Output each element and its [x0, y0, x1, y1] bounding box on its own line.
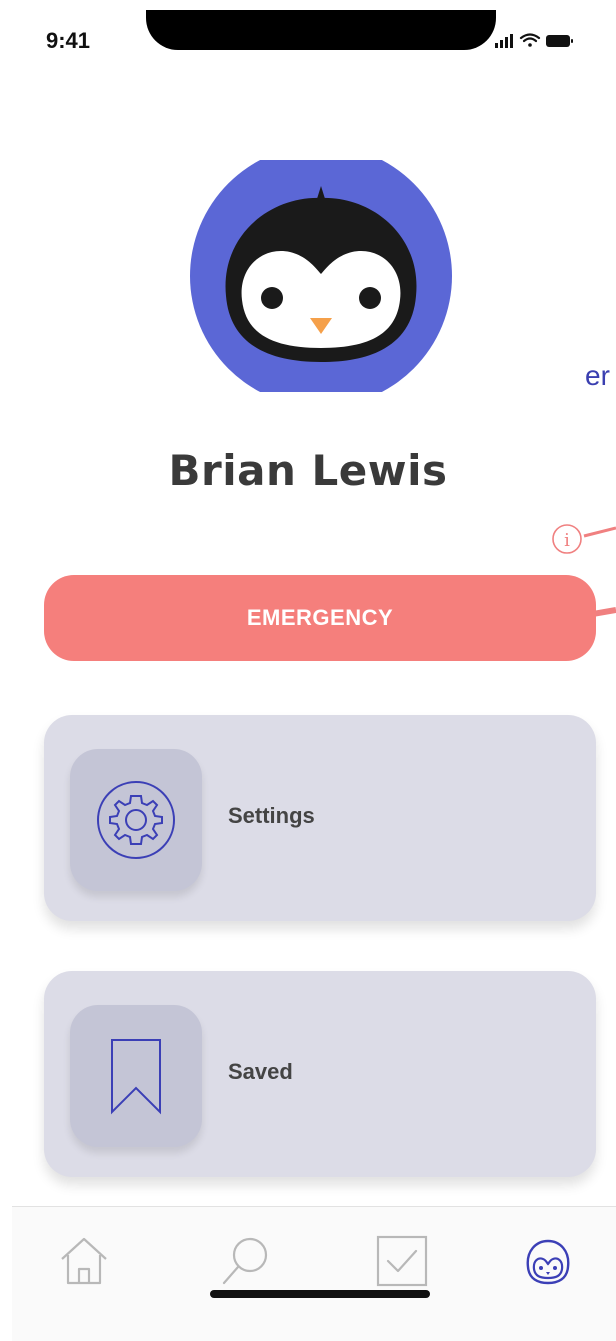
emergency-button[interactable]: EMERGENCY [44, 575, 596, 661]
nav-tasks[interactable] [372, 1231, 432, 1291]
settings-label: Settings [228, 803, 315, 828]
checkbox-icon [376, 1235, 428, 1287]
nav-profile[interactable] [518, 1231, 578, 1291]
nav-search[interactable] [216, 1231, 276, 1291]
search-icon [222, 1237, 268, 1285]
bookmark-icon [111, 1039, 161, 1115]
settings-card[interactable]: Settings [44, 715, 596, 921]
status-time: 9:41 [46, 28, 91, 53]
status-icons [495, 33, 573, 48]
saved-label: Saved [228, 1059, 293, 1084]
saved-icon-box [70, 1005, 202, 1147]
penguin-avatar-icon[interactable] [190, 160, 452, 392]
home-indicator [210, 1290, 430, 1298]
nav-home[interactable] [54, 1231, 114, 1291]
profile-name: Brian Lewis [168, 446, 448, 495]
emergency-button-label: EMERGENCY [246, 605, 394, 630]
bottom-nav [12, 1206, 616, 1341]
wifi-icon [519, 33, 541, 47]
annotation-text: er [585, 360, 610, 391]
home-icon [61, 1237, 107, 1285]
battery-icon [546, 35, 573, 47]
gear-icon [97, 781, 175, 859]
status-bar: 9:41 [0, 0, 616, 90]
cellular-signal-icon [495, 34, 513, 48]
settings-icon-box [70, 749, 202, 891]
device-notch [146, 10, 496, 50]
penguin-icon [526, 1239, 570, 1285]
saved-card[interactable]: Saved [44, 971, 596, 1177]
